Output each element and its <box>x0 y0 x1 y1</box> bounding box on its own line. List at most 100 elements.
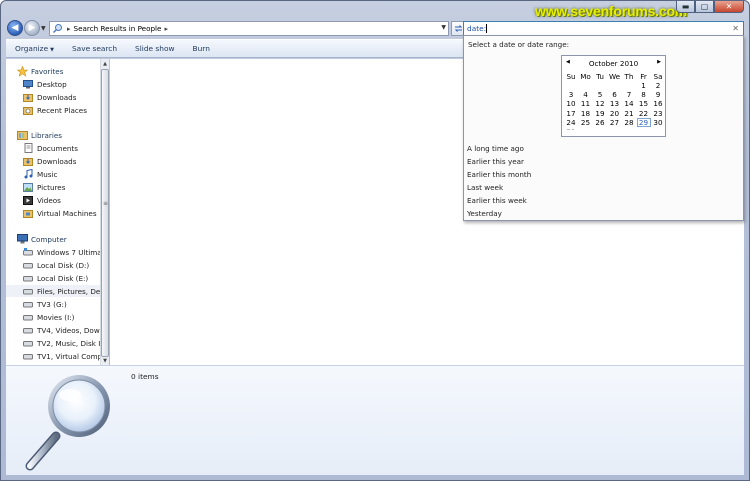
nav-recent-places[interactable]: Recent Places <box>22 104 104 116</box>
nav-label: Recent Places <box>37 105 87 115</box>
calendar-day[interactable]: 8 <box>637 90 651 99</box>
day-of-week-header: Th <box>624 72 634 81</box>
close-button[interactable]: ✕ <box>714 1 744 13</box>
nav-documents[interactable]: Documents <box>22 142 104 154</box>
calendar-day[interactable]: 11 <box>579 99 593 108</box>
next-month-button[interactable]: ▶ <box>657 59 661 65</box>
calendar-day[interactable]: 26 <box>593 118 607 127</box>
nav-drive[interactable]: Local Disk (D:) <box>22 259 104 271</box>
hard-drive-icon <box>22 312 34 322</box>
calendar-day[interactable]: 24 <box>564 118 578 127</box>
calendar-day[interactable]: 23 <box>651 109 665 118</box>
documents-icon <box>22 143 34 153</box>
calendar-day[interactable]: 6 <box>608 90 622 99</box>
slide-show-button[interactable]: Slide show <box>126 44 184 53</box>
nav-pictures[interactable]: Pictures <box>22 181 104 193</box>
nav-label: Downloads <box>37 92 77 102</box>
search-magnifier-icon <box>25 375 110 471</box>
nav-drive[interactable]: Local Disk (E:) <box>22 272 104 284</box>
nav-desktop[interactable]: Desktop <box>22 78 104 90</box>
address-history-dropdown[interactable]: ▼ <box>441 24 446 31</box>
calendar-day[interactable]: 9 <box>651 90 665 99</box>
calendar-day[interactable]: 7 <box>622 90 636 99</box>
search-input[interactable]: date: ✕ <box>463 21 744 36</box>
calendar-day[interactable]: 29 <box>636 117 651 127</box>
burn-button[interactable]: Burn <box>184 44 219 53</box>
organize-button[interactable]: Organize ▼ <box>6 44 63 53</box>
calendar-day[interactable]: 13 <box>608 99 622 108</box>
nav-drive[interactable]: TV4, Videos, Downlo <box>22 324 104 336</box>
nav-drive[interactable]: Movies (I:) <box>22 311 104 323</box>
nav-drive[interactable]: TV3 (G:) <box>22 298 104 310</box>
virtual-machines-icon <box>22 208 34 218</box>
nav-label: Local Disk (E:) <box>37 273 89 283</box>
breadcrumb-search-results[interactable]: Search Results in People <box>74 24 162 33</box>
nav-label: TV3 (G:) <box>37 299 67 309</box>
calendar-day[interactable]: 5 <box>593 90 607 99</box>
calendar-day[interactable]: 17 <box>564 109 578 118</box>
recent-pages-dropdown[interactable]: ▼ <box>41 25 46 32</box>
address-bar[interactable]: ▸ Search Results in People ▸ ▼ <box>49 21 449 36</box>
calendar-day[interactable]: 16 <box>651 99 665 108</box>
nav-library-downloads[interactable]: Downloads <box>22 155 104 167</box>
calendar-day[interactable]: 2 <box>651 81 665 90</box>
date-range-option[interactable]: Earlier this year <box>467 157 524 166</box>
nav-computer[interactable]: Computer <box>16 233 104 245</box>
nav-label: Virtual Machines <box>37 208 97 218</box>
save-search-button[interactable]: Save search <box>63 44 126 53</box>
forward-button[interactable]: ▶ <box>24 20 40 36</box>
desktop-icon <box>22 79 34 89</box>
nav-drive[interactable]: Windows 7 Ultimate <box>22 246 104 258</box>
back-button[interactable]: ◀ <box>7 20 23 36</box>
calendar-day[interactable]: 25 <box>579 118 593 127</box>
calendar-day[interactable]: 1 <box>637 81 651 90</box>
scroll-thumb[interactable]: ≡ <box>101 69 109 357</box>
nav-virtual-machines[interactable]: Virtual Machines <box>22 207 104 219</box>
nav-drive[interactable]: TV1, Virtual Compu <box>22 350 104 362</box>
calendar-day[interactable]: 31 <box>564 127 578 130</box>
nav-favorites[interactable]: Favorites <box>16 65 104 77</box>
calendar-day[interactable]: 19 <box>593 109 607 118</box>
music-icon <box>22 169 34 179</box>
date-range-option[interactable]: Earlier this week <box>467 196 527 205</box>
libraries-icon <box>16 130 28 140</box>
breadcrumb-separator-end[interactable]: ▸ <box>164 25 168 33</box>
scroll-down-arrow[interactable]: ▼ <box>101 356 109 365</box>
calendar-day[interactable]: 18 <box>579 109 593 118</box>
nav-music[interactable]: Music <box>22 168 104 180</box>
calendar-day[interactable]: 12 <box>593 99 607 108</box>
calendar-day[interactable]: 27 <box>608 118 622 127</box>
maximize-button[interactable]: ▢ <box>695 1 714 13</box>
minimize-button[interactable]: ▬ <box>676 1 695 13</box>
calendar-day[interactable]: 4 <box>579 90 593 99</box>
calendar-day[interactable]: 30 <box>651 118 665 127</box>
refresh-icon <box>454 25 463 32</box>
scroll-up-arrow[interactable]: ▲ <box>101 59 109 68</box>
calendar-day[interactable]: 20 <box>608 109 622 118</box>
calendar-day[interactable]: 22 <box>637 109 651 118</box>
date-range-option[interactable]: Last week <box>467 183 503 192</box>
clear-search-button[interactable]: ✕ <box>732 24 739 33</box>
navigation-scrollbar[interactable]: ▲ ≡ ▼ <box>100 59 109 365</box>
nav-label: Movies (I:) <box>37 312 75 322</box>
calendar-month-title[interactable]: October 2010 <box>562 59 665 68</box>
hard-drive-icon <box>22 338 34 348</box>
calendar-day[interactable]: 14 <box>622 99 636 108</box>
date-range-option[interactable]: Earlier this month <box>467 170 531 179</box>
nav-downloads[interactable]: Downloads <box>22 91 104 103</box>
nav-drive[interactable]: TV2, Music, Disk Im <box>22 337 104 349</box>
date-range-option[interactable]: A long time ago <box>467 144 524 153</box>
nav-label: Computer <box>31 234 67 244</box>
calendar-day[interactable]: 10 <box>564 99 578 108</box>
nav-libraries[interactable]: Libraries <box>16 129 104 141</box>
date-range-option[interactable]: Yesterday <box>467 209 502 218</box>
calendar-day[interactable]: 3 <box>564 90 578 99</box>
breadcrumb-separator[interactable]: ▸ <box>67 25 71 33</box>
nav-videos[interactable]: Videos <box>22 194 104 206</box>
calendar-day[interactable]: 21 <box>622 109 636 118</box>
calendar-day[interactable]: 15 <box>637 99 651 108</box>
nav-drive-selected[interactable]: Files, Pictures, Dev ( <box>6 285 104 297</box>
calendar-day[interactable]: 28 <box>622 118 636 127</box>
nav-label: TV2, Music, Disk Im <box>37 338 104 348</box>
nav-label: Local Disk (D:) <box>37 260 90 270</box>
